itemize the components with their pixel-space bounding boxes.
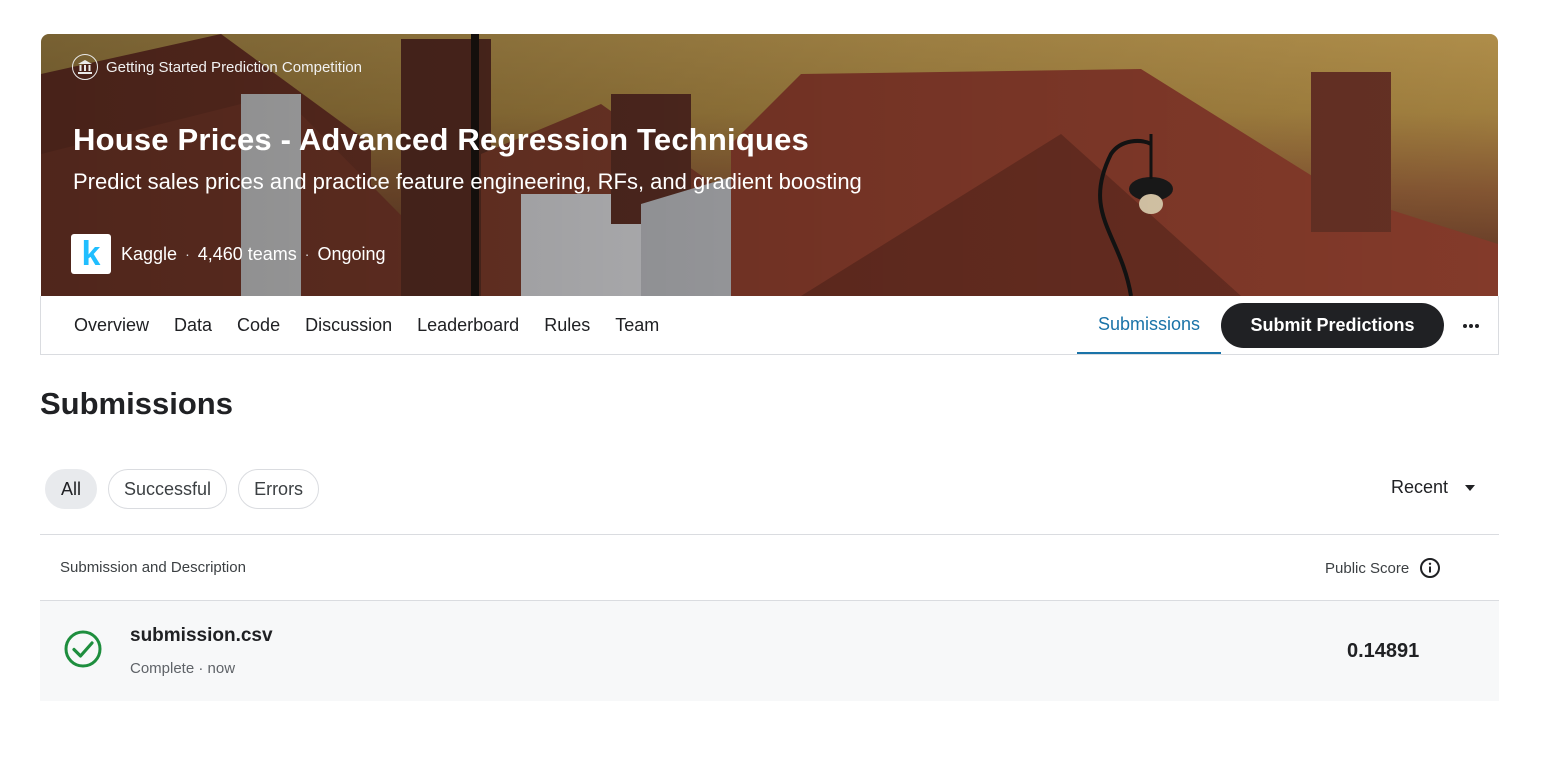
institution-icon bbox=[72, 54, 98, 80]
filter-chip-errors[interactable]: Errors bbox=[238, 469, 320, 509]
meta-separator: · bbox=[185, 246, 190, 262]
competition-type-label: Getting Started Prediction Competition bbox=[106, 58, 362, 76]
page-title: Submissions bbox=[40, 386, 233, 421]
submissions-table-header: Submission and Description Public Score bbox=[40, 534, 1499, 601]
competition-title: House Prices - Advanced Regression Techn… bbox=[73, 122, 810, 157]
tab-discussion[interactable]: Discussion bbox=[305, 315, 392, 336]
meta-separator: · bbox=[304, 246, 310, 262]
competition-type: Getting Started Prediction Competition bbox=[72, 54, 362, 80]
tab-code[interactable]: Code bbox=[237, 315, 280, 336]
submission-status: Complete · now bbox=[130, 660, 236, 677]
column-header-public-score: Public Score bbox=[1325, 557, 1441, 579]
more-horiz-icon[interactable] bbox=[1455, 310, 1487, 342]
competition-meta: k Kaggle · 4,460 teams · Ongoing bbox=[71, 234, 386, 274]
competition-status: Ongoing bbox=[317, 243, 386, 264]
tab-submissions[interactable]: Submissions bbox=[1077, 296, 1221, 354]
submission-filename[interactable]: submission.csv bbox=[130, 625, 273, 647]
sort-label: Recent bbox=[1391, 477, 1449, 497]
public-score-value: 0.14891 bbox=[1347, 640, 1420, 662]
filter-chip-all[interactable]: All bbox=[45, 469, 98, 509]
check-circle-icon bbox=[63, 629, 103, 674]
sort-dropdown[interactable]: Recent bbox=[1391, 477, 1476, 498]
submit-predictions-button[interactable]: Submit Predictions bbox=[1221, 303, 1444, 348]
filter-chips: All Successful Errors bbox=[45, 469, 320, 509]
kaggle-logo-letter: k bbox=[81, 234, 101, 273]
column-header-submission: Submission and Description bbox=[60, 559, 246, 576]
public-score-label: Public Score bbox=[1325, 559, 1410, 577]
tab-leaderboard[interactable]: Leaderboard bbox=[417, 315, 519, 336]
table-row[interactable]: submission.csv Complete · now 0.14891 bbox=[40, 601, 1499, 701]
host-name[interactable]: Kaggle bbox=[121, 244, 177, 265]
tab-rules[interactable]: Rules bbox=[544, 315, 590, 336]
kaggle-logo[interactable]: k bbox=[71, 234, 111, 274]
tab-data[interactable]: Data bbox=[174, 315, 212, 336]
filter-chip-successful[interactable]: Successful bbox=[108, 469, 228, 509]
tab-team[interactable]: Team bbox=[615, 315, 659, 336]
tab-list: Overview Data Code Discussion Leaderboar… bbox=[74, 296, 659, 354]
tab-overview[interactable]: Overview bbox=[74, 315, 149, 336]
competition-subtitle: Predict sales prices and practice featur… bbox=[73, 169, 862, 194]
caret-down-icon bbox=[1465, 484, 1476, 491]
team-count: 4,460 teams bbox=[197, 243, 297, 264]
competition-tab-bar: Overview Data Code Discussion Leaderboar… bbox=[40, 296, 1499, 355]
competition-header-banner: Getting Started Prediction Competition H… bbox=[41, 34, 1498, 296]
info-icon[interactable] bbox=[1419, 557, 1441, 579]
